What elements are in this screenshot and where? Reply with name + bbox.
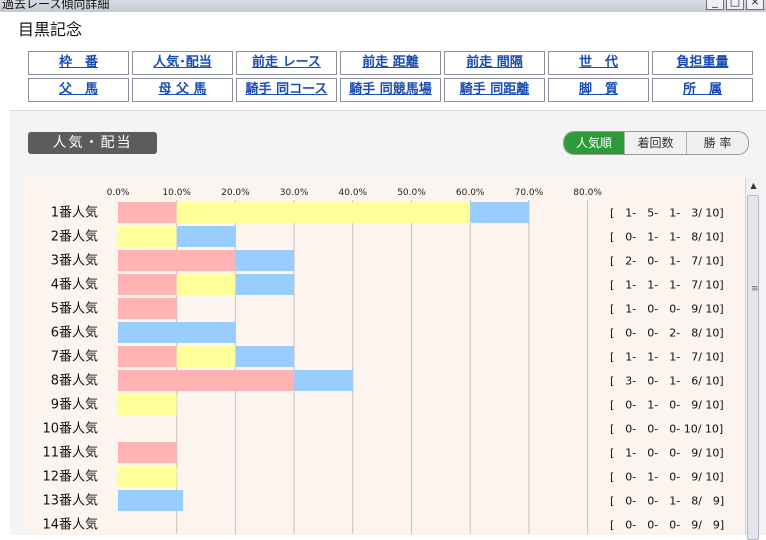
x-tick-label: 30.0% (280, 188, 309, 198)
x-tick-label: 0.0% (107, 188, 130, 198)
minimize-button[interactable]: _ (706, 0, 724, 10)
record-label: [ 1- 0- 0- 9/ 10] (610, 447, 724, 460)
nav-kishu-course[interactable]: 騎手 同コース (236, 78, 337, 102)
x-tick-label: 70.0% (515, 188, 544, 198)
win-segment (118, 202, 177, 223)
sort-shoritsu-button[interactable]: 勝 率 (686, 132, 748, 154)
sort-ninki-button[interactable]: 人気順 (564, 132, 624, 154)
third-segment (235, 250, 295, 271)
second-segment (176, 274, 236, 295)
third-segment (118, 490, 184, 511)
second-segment (176, 346, 236, 367)
x-tick-label: 20.0% (221, 188, 250, 198)
nav-chichi-uma[interactable]: 父 馬 (28, 78, 129, 102)
record-label: [ 0- 1- 1- 8/ 10] (610, 231, 724, 244)
nav-haha-chichi-uma[interactable]: 母 父 馬 (132, 78, 233, 102)
popularity-chart: 0.0% 10.0% 20.0% 30.0% 40.0% 50.0% 60.0% 70.0% 8… (42, 188, 724, 534)
x-tick-label: 60.0% (456, 188, 485, 198)
category-label: 10番人気 (42, 421, 98, 437)
category-label: 13番人気 (42, 493, 98, 509)
win-segment (118, 346, 177, 367)
record-label: [ 1- 5- 1- 3/ 10] (610, 207, 724, 220)
nav-shozoku[interactable]: 所 属 (652, 78, 753, 102)
third-segment (118, 322, 236, 343)
third-segment (294, 370, 353, 391)
nav-ninki-haito[interactable]: 人気･配当 (132, 51, 233, 75)
category-label: 5番人気 (51, 301, 98, 317)
category-label: 7番人気 (51, 349, 98, 365)
win-segment (118, 298, 177, 319)
record-label: [ 0- 0- 1- 8/ 9] (610, 495, 724, 508)
third-segment (176, 226, 236, 247)
sort-toggle: 人気順 着回数 勝 率 (563, 131, 749, 155)
second-segment (118, 226, 177, 247)
window-titlebar: 過去レース傾向詳細 _ □ × (0, 0, 766, 12)
nav-zenso-kyori[interactable]: 前走 距離 (340, 51, 441, 75)
chart-area: 0.0% 10.0% 20.0% 30.0% 40.0% 50.0% 60.0% 70.0% 8… (22, 178, 745, 534)
category-label: 1番人気 (51, 205, 98, 221)
category-label: 11番人気 (42, 445, 98, 461)
nav-kyakushitsu[interactable]: 脚 質 (548, 78, 649, 102)
race-title: 目黒記念 (18, 20, 83, 39)
nav-futan-juryo[interactable]: 負担重量 (652, 51, 753, 75)
record-label: [ 0- 1- 0- 9/ 10] (610, 399, 724, 412)
category-label: 9番人気 (51, 397, 98, 413)
second-segment (118, 466, 177, 487)
nav-kishu-kyori[interactable]: 騎手 同距離 (444, 78, 545, 102)
third-segment (470, 202, 529, 223)
x-tick-label: 50.0% (397, 188, 426, 198)
scrollbar-thumb[interactable]: ≡ (747, 195, 759, 540)
category-label: 4番人気 (51, 277, 98, 293)
category-label: 12番人気 (42, 469, 98, 485)
grip-icon: ≡ (751, 284, 759, 294)
record-label: [ 3- 0- 1- 6/ 10] (610, 375, 724, 388)
nav-sedai[interactable]: 世 代 (548, 51, 649, 75)
second-segment (118, 394, 177, 415)
record-label: [ 0- 0- 0- 10/ 10] (610, 423, 723, 436)
third-segment (235, 346, 295, 367)
record-label: [ 1- 0- 0- 9/ 10] (610, 303, 724, 316)
record-label: [ 2- 0- 1- 7/ 10] (610, 255, 724, 268)
category-label: 3番人気 (51, 253, 98, 269)
record-label: [ 1- 1- 1- 7/ 10] (610, 279, 724, 292)
record-label: [ 0- 0- 2- 8/ 10] (610, 327, 724, 340)
third-segment (235, 274, 295, 295)
section-label: 人気・配当 (28, 132, 157, 154)
record-label: [ 0- 0- 0- 9/ 9] (610, 519, 724, 532)
nav-kishu-keibajo[interactable]: 騎手 同競馬場 (340, 78, 441, 102)
win-segment (118, 250, 236, 271)
category-nav: 枠 番 人気･配当 前走 レース 前走 距離 前走 間隔 世 代 負担重量 父 … (28, 51, 753, 102)
category-label: 2番人気 (51, 229, 98, 245)
window-title: 過去レース傾向詳細 (2, 0, 110, 11)
nav-waku-ban[interactable]: 枠 番 (28, 51, 129, 75)
x-tick-label: 40.0% (339, 188, 368, 198)
category-label: 6番人気 (51, 325, 98, 341)
nav-zenso-kankaku[interactable]: 前走 間隔 (444, 51, 545, 75)
x-tick-label: 10.0% (162, 188, 191, 198)
category-label: 14番人気 (42, 517, 98, 533)
record-label: [ 1- 1- 1- 7/ 10] (610, 351, 724, 364)
vertical-scrollbar[interactable]: ▲ ≡ (745, 178, 761, 540)
category-label: 8番人気 (51, 373, 98, 389)
close-button[interactable]: × (746, 0, 764, 10)
record-label: [ 0- 1- 0- 9/ 10] (610, 471, 724, 484)
second-segment (176, 202, 471, 223)
win-segment (118, 274, 177, 295)
win-segment (118, 442, 177, 463)
nav-zenso-race[interactable]: 前走 レース (236, 51, 337, 75)
win-segment (118, 370, 295, 391)
sort-chaku-kaisu-button[interactable]: 着回数 (624, 132, 686, 154)
maximize-button[interactable]: □ (726, 0, 744, 10)
scroll-up-icon[interactable]: ▲ (746, 178, 761, 193)
x-tick-label: 80.0% (573, 188, 602, 198)
